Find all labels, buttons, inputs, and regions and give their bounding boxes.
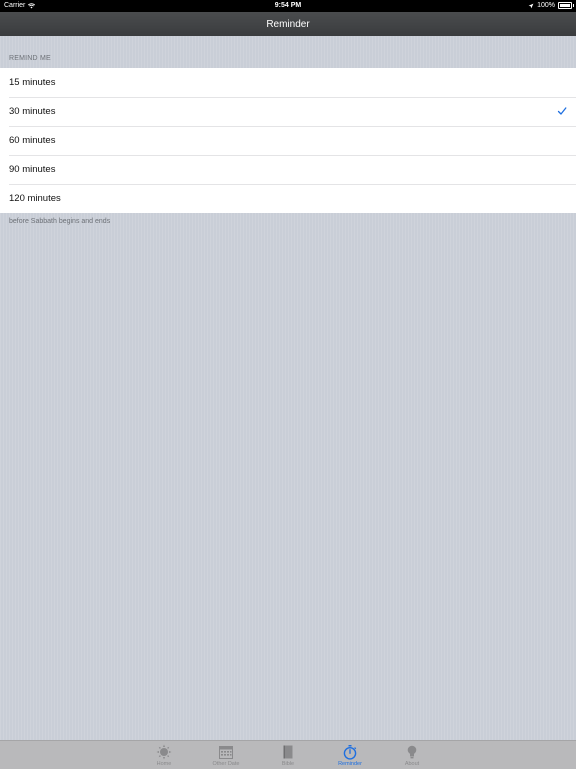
tab-reminder[interactable]: Reminder (320, 741, 380, 769)
option-row-120[interactable]: 120 minutes (0, 184, 576, 213)
option-label: 120 minutes (9, 193, 61, 204)
status-bar: Carrier 9:54 PM 100% (0, 0, 576, 12)
option-row-90[interactable]: 90 minutes (0, 155, 576, 184)
tab-label: Other Date (212, 761, 240, 767)
calendar-icon (219, 746, 233, 759)
option-label: 30 minutes (9, 106, 56, 117)
option-row-60[interactable]: 60 minutes (0, 126, 576, 155)
tab-other-date[interactable]: Other Date (196, 741, 256, 769)
tab-bar: Home Other Date Bible Reminder About (0, 740, 576, 769)
checkmark-icon (557, 107, 567, 115)
tab-bible[interactable]: Bible (258, 741, 318, 769)
reminder-options-list: 15 minutes 30 minutes 60 minutes 90 minu… (0, 68, 576, 213)
location-arrow-icon (528, 3, 534, 8)
sun-icon (156, 744, 172, 760)
book-icon (283, 745, 293, 759)
tab-label: Reminder (338, 761, 362, 767)
tab-label: Bible (281, 761, 295, 767)
option-label: 60 minutes (9, 135, 56, 146)
battery-percent: 100% (537, 2, 555, 9)
battery-icon (558, 2, 574, 9)
tab-label: About (404, 761, 420, 767)
page-title: Reminder (266, 18, 310, 30)
option-label: 15 minutes (9, 77, 56, 88)
tab-home[interactable]: Home (134, 741, 194, 769)
tab-about[interactable]: About (382, 741, 442, 769)
option-label: 90 minutes (9, 164, 56, 175)
navigation-bar: Reminder (0, 12, 576, 36)
tab-label: Home (156, 761, 172, 767)
stopwatch-icon (343, 745, 357, 760)
status-right: 100% (528, 2, 574, 9)
option-row-15[interactable]: 15 minutes (0, 68, 576, 97)
section-header: REMIND ME (9, 55, 51, 62)
option-row-30[interactable]: 30 minutes (0, 97, 576, 126)
lightbulb-icon (407, 745, 417, 759)
section-footer: before Sabbath begins and ends (9, 218, 111, 225)
status-time: 9:54 PM (274, 2, 302, 9)
